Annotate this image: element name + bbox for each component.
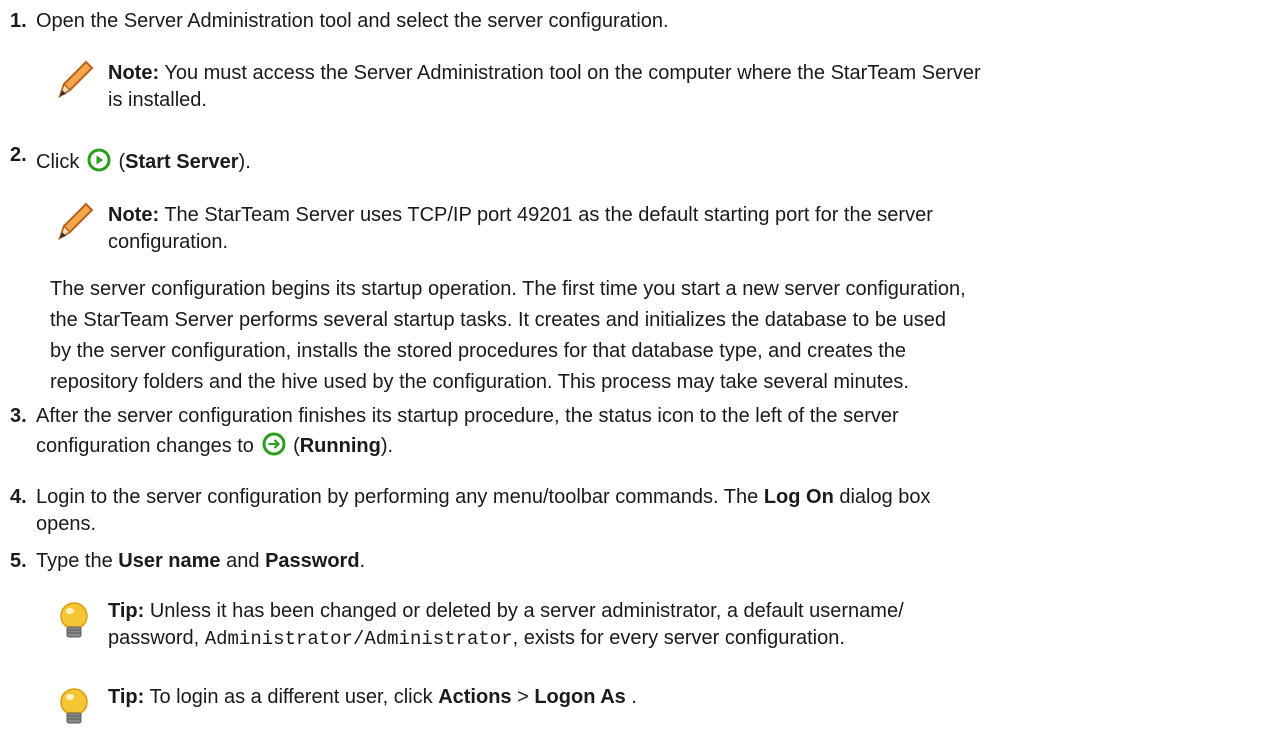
step-text: Click	[36, 151, 80, 173]
lightbulb-icon	[60, 602, 88, 638]
document-body: 1. Open the Server Administration tool a…	[0, 0, 1285, 735]
step-number: 2.	[10, 144, 27, 166]
tip-text-line1: Unless it has been changed or deleted by…	[149, 600, 904, 622]
step-text: Open the Server Administration tool and …	[36, 10, 669, 32]
user-name-label: User name	[118, 550, 221, 572]
note-2: Note: The StarTeam Server uses TCP/IP po…	[108, 202, 1265, 256]
running-icon	[262, 432, 285, 456]
step-text: After the server configuration finishes …	[36, 405, 899, 427]
startup-paragraph: The server configuration begins its star…	[50, 274, 1255, 398]
step-text: Login to the server configuration by per…	[36, 486, 759, 508]
paragraph-line: by the server configuration, installs th…	[50, 340, 907, 362]
actions-menu-label: Actions	[438, 686, 512, 708]
start-server-icon	[87, 148, 111, 172]
note-label: Note:	[108, 62, 160, 84]
running-label: Running	[299, 435, 381, 457]
note-text-line2: configuration.	[108, 231, 229, 253]
paragraph-line: repository folders and the hive used by …	[50, 371, 909, 393]
paragraph-line: The server configuration begins its star…	[50, 278, 966, 300]
step-text: opens.	[36, 513, 97, 535]
paragraph-line: the StarTeam Server performs several sta…	[50, 309, 947, 331]
note-label: Note:	[108, 204, 160, 226]
tip-text: To login as a different user, click	[149, 686, 433, 708]
tip-label: Tip:	[108, 600, 145, 622]
note-text-line1: You must access the Server Administratio…	[164, 62, 981, 84]
step-number: 1.	[10, 10, 27, 32]
log-on-label: Log On	[763, 486, 834, 508]
lightbulb-icon	[60, 688, 88, 724]
note-1: Note: You must access the Server Adminis…	[108, 60, 1265, 114]
step-number: 4.	[10, 486, 27, 508]
step-text: Type the	[36, 550, 113, 572]
default-credentials-code: Administrator/Administrator	[204, 628, 513, 650]
step-number: 3.	[10, 405, 27, 427]
pencil-icon	[58, 202, 94, 241]
logon-as-menu-label: Logon As	[534, 686, 626, 708]
pencil-icon	[58, 60, 94, 99]
tip-2: Tip: To login as a different user, click…	[108, 686, 637, 708]
note-text-line1: The StarTeam Server uses TCP/IP port 492…	[164, 204, 933, 226]
note-text-line2: is installed.	[108, 89, 207, 111]
tip-label: Tip:	[108, 686, 145, 708]
step-text: configuration changes to	[36, 435, 254, 457]
start-server-label: Start Server	[125, 151, 239, 173]
tip-text-line2: password,	[108, 627, 200, 649]
tip-1: Tip: Unless it has been changed or delet…	[108, 600, 904, 650]
step-number: 5.	[10, 550, 27, 572]
password-label: Password	[265, 550, 360, 572]
